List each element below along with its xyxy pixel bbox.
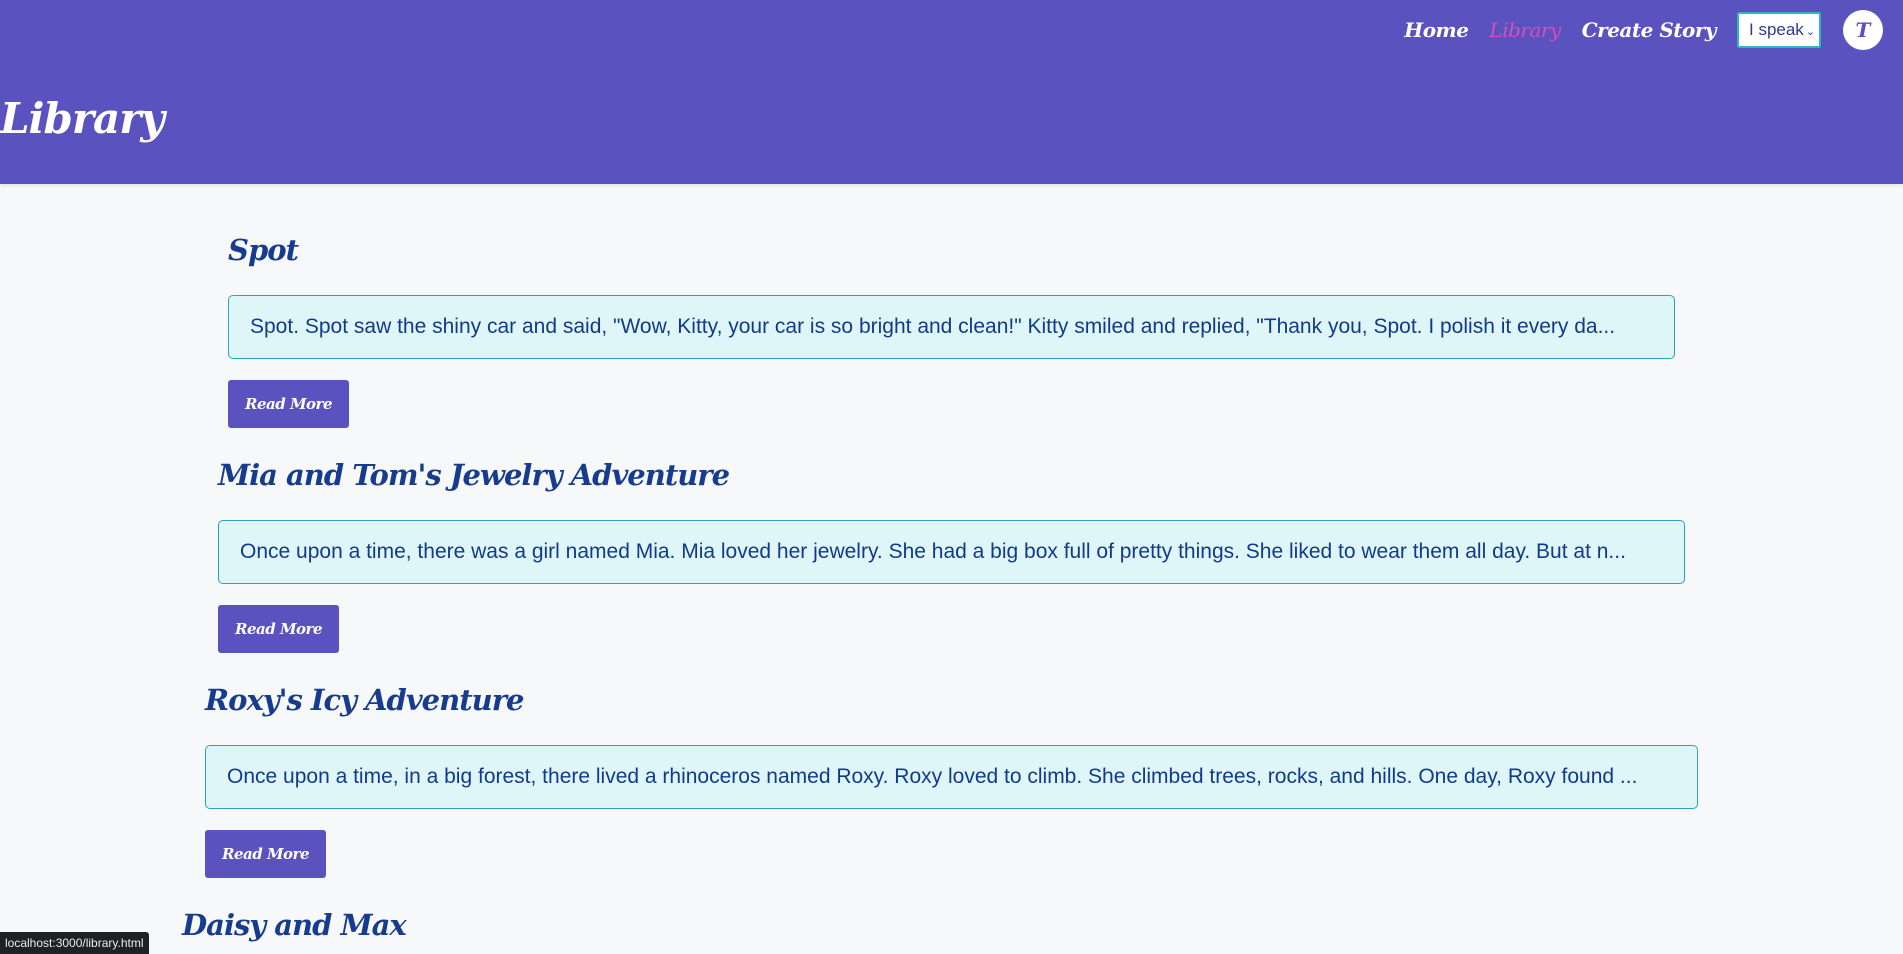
story-card: Spot Spot. Spot saw the shiny car and sa… (228, 230, 1675, 428)
read-more-button[interactable]: Read More (205, 830, 326, 878)
avatar[interactable]: T (1843, 10, 1883, 50)
read-more-button[interactable]: Read More (218, 605, 339, 653)
status-bar-url: localhost:3000/library.html (0, 932, 149, 954)
read-more-button[interactable]: Read More (228, 380, 349, 428)
chevron-down-icon: ⌄ (1805, 26, 1816, 38)
story-excerpt: Spot. Spot saw the shiny car and said, "… (228, 295, 1675, 359)
page-title: Library (0, 94, 165, 143)
nav-library-link[interactable]: Library (1489, 18, 1561, 42)
nav-home-link[interactable]: Home (1404, 18, 1469, 42)
language-select-value: I speak (1749, 20, 1804, 39)
story-title: Daisy and Max (182, 908, 407, 942)
story-title: Spot (228, 233, 299, 267)
story-card: Mia and Tom's Jewelry Adventure Once upo… (218, 455, 1685, 653)
page-header: Library Home Library Create Story I spea… (0, 0, 1903, 184)
top-nav: Home Library Create Story I speak ⌄ T (1404, 10, 1883, 50)
story-title: Mia and Tom's Jewelry Adventure (218, 458, 730, 492)
story-card: Roxy's Icy Adventure Once upon a time, i… (205, 680, 1698, 878)
story-title: Roxy's Icy Adventure (205, 683, 524, 717)
story-card: Daisy and Max (182, 905, 1682, 945)
nav-create-story-link[interactable]: Create Story (1582, 18, 1717, 42)
story-excerpt: Once upon a time, in a big forest, there… (205, 745, 1698, 809)
story-excerpt: Once upon a time, there was a girl named… (218, 520, 1685, 584)
language-select[interactable]: I speak ⌄ (1737, 12, 1821, 48)
